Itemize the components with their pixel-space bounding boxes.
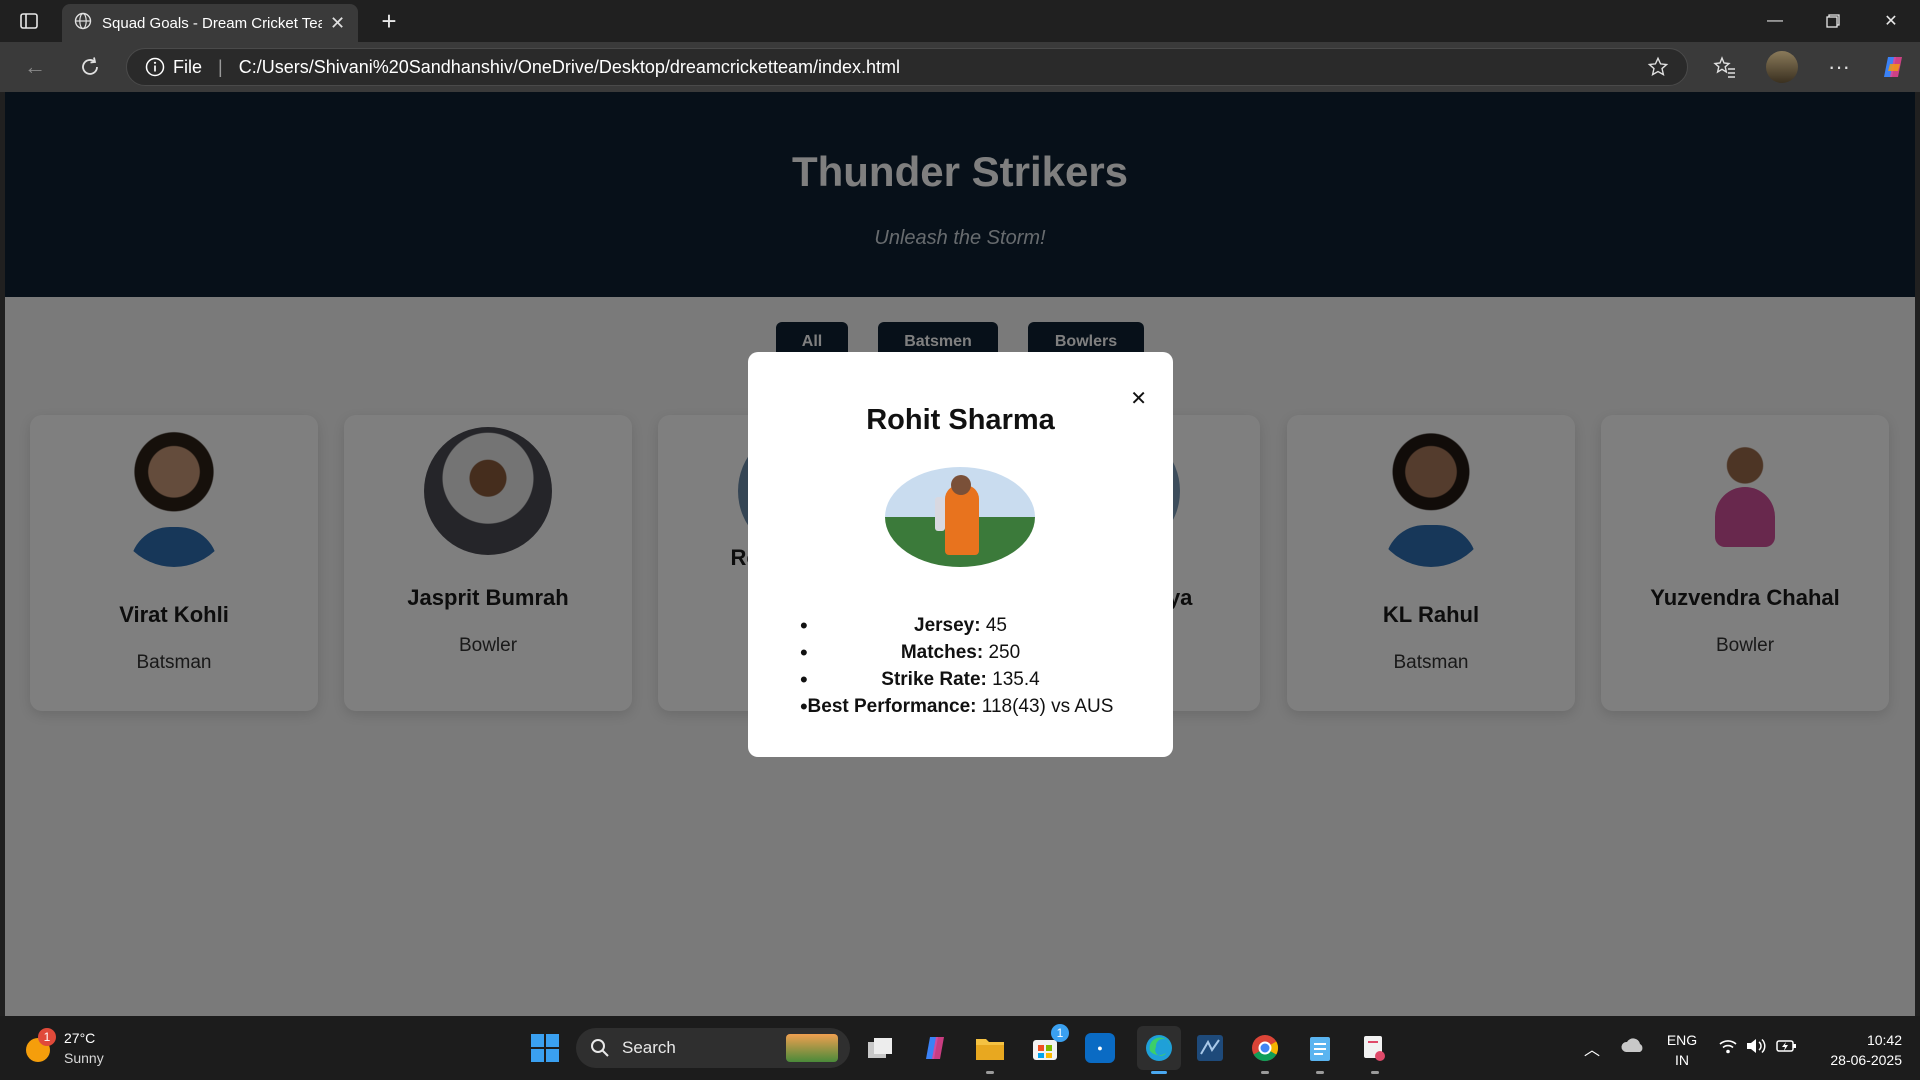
- favorites-icon[interactable]: [1710, 52, 1740, 82]
- windows-taskbar: 1 27°C Sunny Search 1 ● ︿ ENG IN 10:42 2…: [0, 1016, 1920, 1080]
- running-indicator: [986, 1071, 994, 1074]
- snipping-tool-icon[interactable]: [1357, 1030, 1393, 1074]
- address-bar[interactable]: File | C:/Users/Shivani%20Sandhanshiv/On…: [126, 48, 1688, 86]
- address-separator: |: [218, 56, 223, 77]
- tab-title: Squad Goals - Dream Cricket Tear: [102, 14, 322, 32]
- language-bottom[interactable]: IN: [1664, 1052, 1700, 1068]
- more-options-icon[interactable]: ···: [1824, 52, 1854, 82]
- chrome-icon[interactable]: [1247, 1030, 1283, 1074]
- modal-player-name: Rohit Sharma: [866, 404, 1055, 436]
- address-prefix: File: [173, 56, 203, 77]
- file-explorer-icon[interactable]: [972, 1030, 1008, 1074]
- language-top[interactable]: ENG: [1664, 1032, 1700, 1048]
- weather-temp: 27°C: [64, 1030, 96, 1046]
- browser-titlebar: Squad Goals - Dream Cricket Tear ✕ + — ✕: [0, 0, 1920, 42]
- close-window-icon[interactable]: ✕: [1862, 0, 1920, 42]
- notepad-icon[interactable]: [1302, 1030, 1338, 1074]
- clock-date[interactable]: 28-06-2025: [1812, 1052, 1902, 1068]
- clock-time[interactable]: 10:42: [1812, 1032, 1902, 1048]
- store-badge: 1: [1051, 1024, 1069, 1042]
- stat-matches: Matches: 250: [748, 639, 1173, 666]
- back-arrow-icon[interactable]: ←: [20, 52, 50, 82]
- stat-jersey: Jersey: 45: [748, 612, 1173, 639]
- page-viewport: Thunder Strikers Unleash the Storm! All …: [5, 92, 1915, 1016]
- restore-icon[interactable]: [1804, 0, 1862, 42]
- search-label: Search: [622, 1038, 676, 1057]
- profile-avatar-icon[interactable]: [1766, 51, 1798, 83]
- search-icon: [590, 1038, 610, 1058]
- modal-player-photo: [885, 467, 1035, 567]
- volume-icon[interactable]: [1746, 1038, 1768, 1059]
- address-url: C:/Users/Shivani%20Sandhanshiv/OneDrive/…: [238, 56, 900, 77]
- weather-desc: Sunny: [64, 1050, 104, 1066]
- running-indicator: [1261, 1071, 1269, 1074]
- weather-badge: 1: [38, 1028, 56, 1046]
- favorite-star-icon[interactable]: [1647, 56, 1669, 78]
- browser-toolbar: ← File | C:/Users/Shivani%20Sandhanshiv/…: [0, 42, 1920, 92]
- weather-widget[interactable]: 1 27°C Sunny: [24, 1026, 124, 1070]
- stat-strike-rate: Strike Rate: 135.4: [748, 666, 1173, 693]
- tab-close-icon[interactable]: ✕: [330, 13, 345, 34]
- active-indicator: [1151, 1071, 1167, 1074]
- stat-best-performance: Best Performance: 118(43) vs AUS: [748, 693, 1173, 720]
- modal-stats-list: Jersey: 45 Matches: 250 Strike Rate: 135…: [748, 612, 1173, 720]
- onedrive-icon[interactable]: [1620, 1036, 1646, 1061]
- new-tab-icon[interactable]: +: [376, 6, 402, 36]
- microsoft-store-icon[interactable]: 1: [1027, 1024, 1069, 1066]
- refresh-icon[interactable]: [75, 52, 105, 82]
- minimize-icon[interactable]: —: [1746, 0, 1804, 42]
- show-hidden-icons-chevron[interactable]: ︿: [1584, 1036, 1600, 1060]
- player-detail-modal: ✕ Rohit Sharma Jersey: 45 Matches: 250 S…: [748, 352, 1173, 757]
- tab-actions-icon[interactable]: [18, 10, 40, 32]
- battery-icon[interactable]: [1776, 1037, 1798, 1060]
- edge-browser-icon[interactable]: [1137, 1026, 1181, 1074]
- info-icon[interactable]: [145, 57, 165, 77]
- start-windows-icon[interactable]: [527, 1030, 563, 1066]
- dell-icon[interactable]: ●: [1082, 1030, 1118, 1066]
- wifi-icon[interactable]: [1718, 1038, 1738, 1059]
- running-indicator: [1316, 1071, 1324, 1074]
- running-indicator: [1371, 1071, 1379, 1074]
- sql-app-icon[interactable]: [1192, 1030, 1228, 1066]
- globe-icon: [74, 12, 92, 35]
- task-view-icon[interactable]: [862, 1030, 898, 1066]
- copilot-icon[interactable]: [1878, 52, 1908, 82]
- taskbar-search[interactable]: Search: [576, 1028, 850, 1068]
- search-highlight-icon: [786, 1034, 838, 1062]
- copilot-app-icon[interactable]: [917, 1030, 953, 1066]
- browser-tab-active[interactable]: Squad Goals - Dream Cricket Tear ✕: [62, 4, 358, 42]
